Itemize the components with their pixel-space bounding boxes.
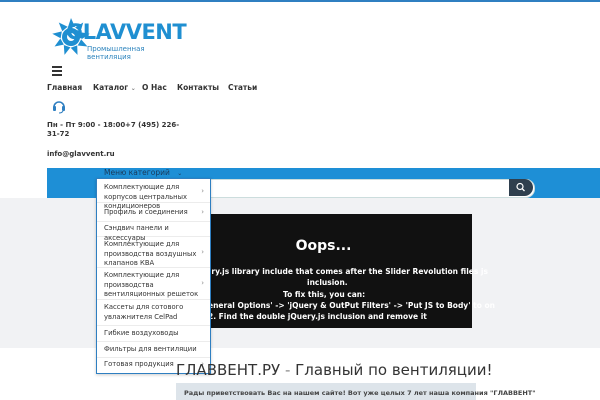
welcome-banner: Рады приветствовать Вас на нашем сайте! … (176, 383, 536, 400)
phone-line2[interactable]: 31-72 (47, 130, 69, 138)
error-line-2: inclusion. (307, 278, 348, 287)
top-accent-line (0, 0, 600, 2)
brand-tagline-line2: вентиляция (87, 53, 131, 61)
brand-tagline-line1: Промышленная (87, 45, 145, 53)
nav-item-articles[interactable]: Статьи (228, 83, 257, 92)
error-line-4: eneral Options' -> 'jQuery & OutPut Filt… (208, 301, 495, 310)
nav-item-about[interactable]: О Нас (142, 83, 167, 92)
work-hours: Пн - Пт 9:00 - 18:00 (47, 121, 126, 129)
menu-item[interactable]: Комплектующие для производства воздушных… (97, 237, 210, 268)
error-line-3: To fix this, you can: (283, 290, 366, 299)
burger-icon[interactable] (52, 66, 62, 78)
brand-tagline: Промышленная вентиляция (87, 45, 145, 61)
chevron-right-icon: › (201, 208, 204, 216)
menu-item[interactable]: Фильтры для вентиляции (97, 342, 210, 358)
nav-item-contacts[interactable]: Контакты (177, 83, 219, 92)
menu-item[interactable]: Комплектующие для производства вентиляци… (97, 268, 210, 300)
error-title: Oops... (295, 238, 352, 254)
welcome-text: Рады приветствовать Вас на нашем сайте! … (184, 389, 536, 397)
chevron-right-icon: › (201, 248, 204, 256)
menu-item[interactable]: Кассеты для сотового увлажнителя CelPad (97, 300, 210, 326)
nav-item-home[interactable]: Главная (47, 83, 82, 92)
menu-item[interactable]: Сэндвич панели и аксессуары (97, 222, 210, 242)
chevron-right-icon: › (201, 187, 204, 195)
page-title-slogan: Главный по вентиляции! (295, 361, 493, 379)
nav-item-catalog[interactable]: Каталог ⌄ (93, 83, 136, 92)
page-title-site: ГЛАВВЕНТ.РУ (176, 361, 281, 379)
phone-line1[interactable]: +7 (495) 226- (125, 121, 179, 129)
page-title: ГЛАВВЕНТ.РУ - Главный по вентиляции! (176, 361, 493, 379)
page-title-dash: - (284, 361, 291, 379)
menu-item[interactable]: Комплектующие для корпусов центральных к… (97, 179, 210, 210)
headset-icon (53, 101, 65, 114)
search-icon (516, 182, 525, 192)
slider-error-box: Oops... jQuery.js library include that c… (175, 214, 495, 328)
brand-name[interactable]: GLAVVENT (66, 20, 187, 44)
search-button[interactable] (509, 179, 533, 196)
nav-item-catalog-label: Каталог (93, 83, 129, 92)
chevron-down-icon: ⌄ (177, 170, 183, 177)
category-menu-label: Меню категорий (104, 168, 170, 177)
chevron-right-icon: › (201, 279, 204, 287)
menu-item[interactable]: Гибкие воздуховоды (97, 326, 210, 342)
chevron-down-icon: ⌄ (130, 85, 136, 92)
error-line-1: jQuery.js library include that comes aft… (192, 267, 488, 276)
category-dropdown: Комплектующие для корпусов центральных к… (96, 178, 211, 374)
menu-item[interactable]: Профиль и соединения › (97, 203, 210, 222)
error-line-5: 2. Find the double jQuery.js inclusion a… (208, 312, 427, 321)
category-menu-button[interactable]: Меню категорий ⌄ (104, 168, 182, 177)
email-link[interactable]: info@glavvent.ru (47, 150, 115, 158)
